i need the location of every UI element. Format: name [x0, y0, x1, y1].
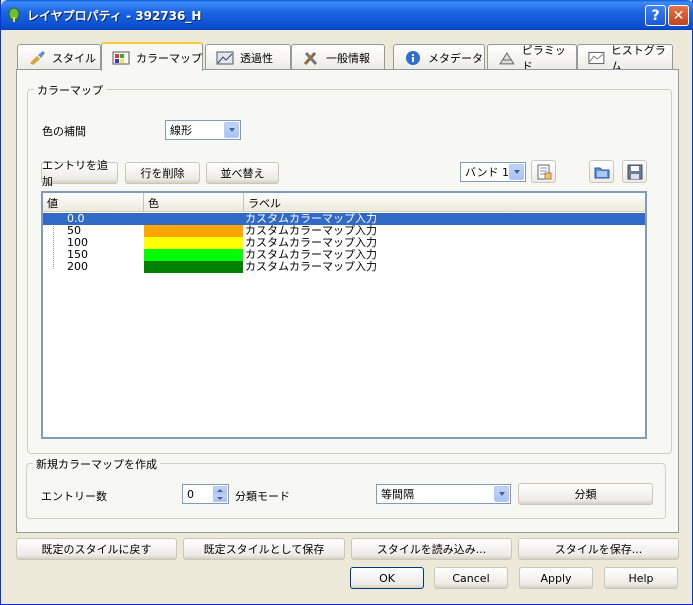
tab-label: メタデータ: [428, 51, 483, 65]
title-bar[interactable]: レイヤプロパティ - 392736_H ? ✕: [1, 0, 693, 30]
tab-label: カラーマップ: [136, 51, 202, 65]
entries-spinbox[interactable]: 0: [182, 484, 229, 504]
tab-pyramids[interactable]: ピラミッド: [487, 44, 577, 73]
tab-style[interactable]: スタイル: [17, 44, 101, 70]
tab-colormap[interactable]: カラーマップ: [101, 42, 203, 71]
save-colormap-button[interactable]: [622, 160, 647, 183]
table-row[interactable]: 200 カスタムカラーマップ入力: [43, 261, 645, 273]
help-title-button[interactable]: ?: [645, 5, 666, 26]
brush-icon: [30, 50, 45, 65]
tab-histogram[interactable]: ヒストグラム: [577, 44, 673, 73]
open-folder-icon: [594, 167, 609, 178]
interp-value: 線形: [170, 124, 192, 137]
colormap-icon: [112, 51, 130, 64]
band-select[interactable]: バンド 1: [460, 162, 526, 182]
classify-button[interactable]: 分類: [518, 483, 653, 505]
column-header-label[interactable]: ラベル: [244, 193, 645, 212]
row-color-swatch[interactable]: [144, 237, 243, 249]
mode-value: 等間隔: [381, 488, 414, 501]
add-entry-button[interactable]: エントリを追加: [41, 159, 118, 188]
cancel-button[interactable]: Cancel: [434, 567, 508, 589]
transparency-icon: [216, 51, 234, 64]
load-from-band-button[interactable]: [531, 160, 556, 183]
load-colormap-button[interactable]: [589, 160, 614, 183]
row-color-swatch[interactable]: [144, 249, 243, 261]
spin-down-icon[interactable]: [213, 494, 227, 502]
tab-transparency[interactable]: 透過性: [205, 44, 291, 70]
row-label: カスタムカラーマップ入力: [245, 260, 377, 273]
row-color-swatch[interactable]: [144, 225, 243, 237]
row-color-swatch[interactable]: [144, 261, 243, 273]
sort-button[interactable]: 並べ替え: [206, 162, 279, 184]
tab-metadata[interactable]: メタデータ: [393, 44, 485, 70]
save-style-button[interactable]: スタイルを保存...: [518, 538, 679, 560]
column-header-color[interactable]: 色: [144, 193, 244, 212]
help-button[interactable]: Help: [604, 567, 678, 589]
layer-properties-window: レイヤプロパティ - 392736_H ? ✕ スタイル カラーマップ 透過性 …: [0, 0, 693, 605]
chevron-down-icon[interactable]: [224, 122, 239, 138]
entries-label: エントリー数: [41, 490, 107, 503]
band-value: バンド 1: [465, 166, 510, 179]
spin-buttons[interactable]: [213, 486, 227, 502]
tab-label: スタイル: [52, 51, 96, 65]
spin-up-icon[interactable]: [213, 486, 227, 494]
colormap-group-title: カラーマップ: [34, 82, 106, 98]
tab-general[interactable]: 一般情報: [291, 44, 385, 70]
apply-button[interactable]: Apply: [519, 567, 593, 589]
info-icon: [406, 50, 420, 65]
interp-label: 色の補間: [42, 125, 86, 138]
mode-select[interactable]: 等間隔: [376, 484, 511, 504]
colormap-table[interactable]: 値 色 ラベル 0.0 カスタムカラーマップ入力 50 カスタムカラーマップ入力…: [41, 191, 647, 439]
save-icon: [627, 164, 642, 179]
row-value: 200: [67, 260, 88, 273]
tools-icon: [303, 51, 318, 65]
band-table-icon: [537, 164, 551, 179]
mode-label: 分類モード: [235, 490, 290, 503]
delete-row-button[interactable]: 行を削除: [125, 162, 200, 184]
new-colormap-group-title: 新規カラーマップを作成: [33, 456, 160, 472]
tab-label: 一般情報: [326, 51, 370, 65]
window-title: レイヤプロパティ - 392736_H: [27, 9, 202, 23]
ok-button[interactable]: OK: [350, 567, 424, 589]
column-header-value[interactable]: 値: [43, 193, 144, 212]
close-button[interactable]: ✕: [668, 5, 689, 26]
table-header: 値 色 ラベル: [43, 193, 645, 212]
interp-select[interactable]: 線形: [165, 120, 241, 140]
histogram-icon: [588, 51, 605, 64]
row-color-swatch[interactable]: [144, 213, 243, 225]
restore-default-style-button[interactable]: 既定のスタイルに戻す: [16, 538, 177, 560]
pyramid-icon: [499, 51, 515, 64]
load-style-button[interactable]: スタイルを読み込み...: [351, 538, 512, 560]
chevron-down-icon[interactable]: [494, 486, 509, 502]
qgis-icon: [8, 7, 20, 22]
entries-value: 0: [187, 487, 194, 501]
save-as-default-button[interactable]: 既定スタイルとして保存: [183, 538, 345, 560]
tab-label: 透過性: [240, 51, 273, 65]
chevron-down-icon[interactable]: [509, 164, 524, 180]
